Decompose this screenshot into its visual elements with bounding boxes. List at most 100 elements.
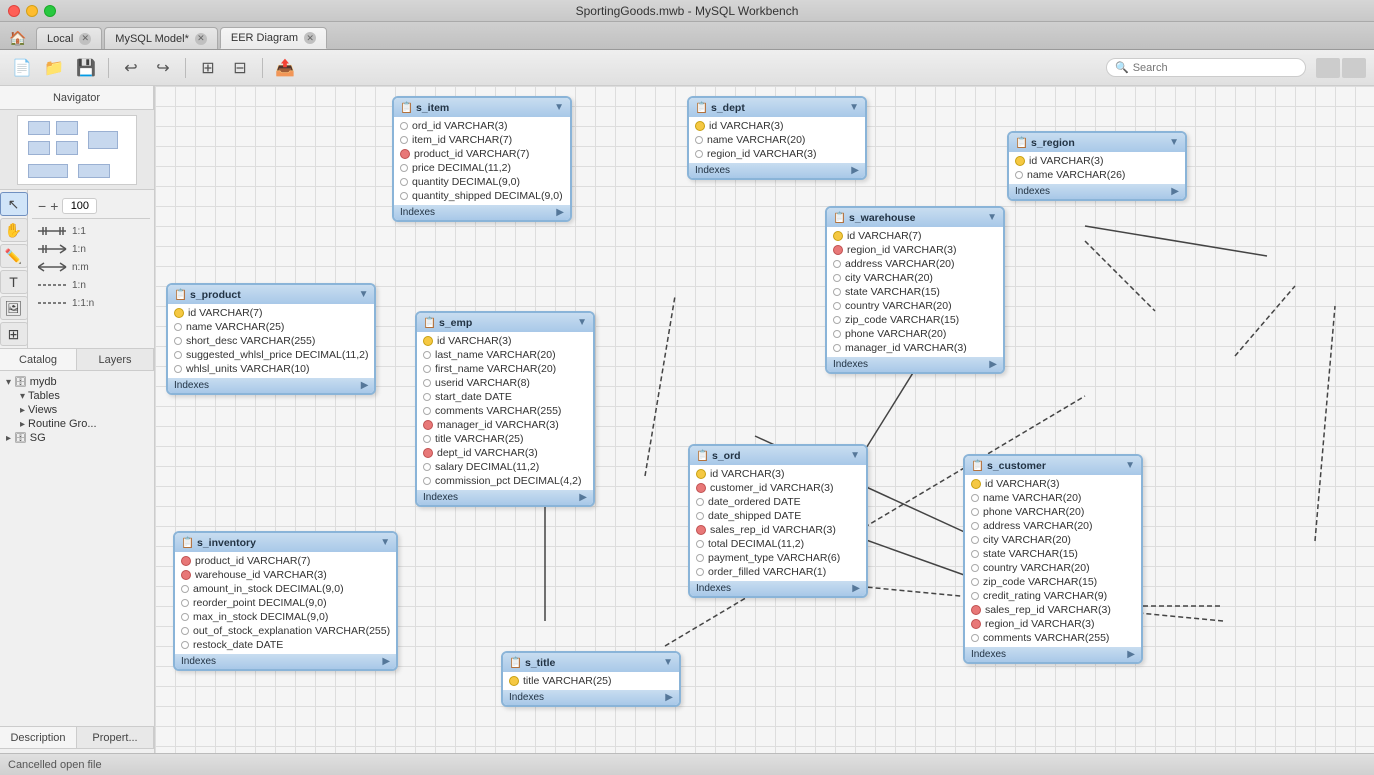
footer-arrow-s_dept[interactable]: ▶ xyxy=(851,165,859,176)
table-footer-s_region[interactable]: Indexes ▶ xyxy=(1009,184,1185,199)
zoom-input[interactable]: 100 xyxy=(62,198,97,214)
tree-item-sg[interactable]: ▸ 🗄 SG xyxy=(4,431,150,445)
image-tool[interactable]: 🖼 xyxy=(0,296,28,320)
table-footer-s_customer[interactable]: Indexes ▶ xyxy=(965,647,1141,662)
toolbar-separator-3 xyxy=(262,58,263,78)
redo-button[interactable]: ↪ xyxy=(149,56,177,80)
desc-tab-properties[interactable]: Propert... xyxy=(77,727,154,748)
table-footer-s_title[interactable]: Indexes ▶ xyxy=(503,690,679,705)
table-s_ord[interactable]: 📋 s_ord ▼ id VARCHAR(3) customer_id VARC… xyxy=(688,444,868,598)
rel-1-1[interactable]: 1:1 xyxy=(36,223,146,239)
field-row-s_customer-3: address VARCHAR(20) xyxy=(965,519,1141,533)
footer-arrow-s_item[interactable]: ▶ xyxy=(556,207,564,218)
tree-item-mydb[interactable]: ▾ 🗄 mydb xyxy=(4,375,150,389)
table-s_emp[interactable]: 📋 s_emp ▼ id VARCHAR(3) last_name VARCHA… xyxy=(415,311,595,507)
footer-arrow-s_customer[interactable]: ▶ xyxy=(1127,649,1135,660)
field-row-s_customer-6: country VARCHAR(20) xyxy=(965,561,1141,575)
rel-1-1-n[interactable]: 1:1:n xyxy=(36,295,146,311)
home-button[interactable]: 🏠 xyxy=(4,27,32,49)
table-footer-s_ord[interactable]: Indexes ▶ xyxy=(690,581,866,596)
tree-item-views[interactable]: ▸ Views xyxy=(18,403,150,417)
footer-arrow-s_inventory[interactable]: ▶ xyxy=(382,656,390,667)
table-s_item[interactable]: 📋 s_item ▼ ord_id VARCHAR(3) item_id VAR… xyxy=(392,96,572,222)
panel-tab-catalog[interactable]: Catalog xyxy=(0,349,77,370)
table-footer-s_inventory[interactable]: Indexes ▶ xyxy=(175,654,396,669)
footer-arrow-s_ord[interactable]: ▶ xyxy=(852,583,860,594)
table-expand-s_product[interactable]: ▼ xyxy=(359,289,369,300)
tree-item-tables[interactable]: ▾ Tables xyxy=(18,389,150,403)
footer-arrow-s_product[interactable]: ▶ xyxy=(361,380,369,391)
view-single-button[interactable] xyxy=(1342,58,1366,78)
tab-mysql-model-close[interactable]: ✕ xyxy=(195,33,207,45)
nav-tab-navigator[interactable]: Navigator xyxy=(0,86,154,109)
table-s_title[interactable]: 📋 s_title ▼ title VARCHAR(25) Indexes ▶ xyxy=(501,651,681,707)
table-expand-s_item[interactable]: ▼ xyxy=(554,102,564,113)
table-expand-s_ord[interactable]: ▼ xyxy=(850,450,860,461)
minimize-button[interactable] xyxy=(26,5,38,17)
tab-local-close[interactable]: ✕ xyxy=(79,33,91,45)
footer-arrow-s_warehouse[interactable]: ▶ xyxy=(989,359,997,370)
view-split-button[interactable] xyxy=(1316,58,1340,78)
mini-navigator xyxy=(0,110,154,190)
table-expand-s_warehouse[interactable]: ▼ xyxy=(987,212,997,223)
table-s_warehouse[interactable]: 📋 s_warehouse ▼ id VARCHAR(7) region_id … xyxy=(825,206,1005,374)
field-text-s_ord-3: date_shipped DATE xyxy=(708,510,801,522)
field-text-s_emp-7: title VARCHAR(25) xyxy=(435,433,524,445)
table-s_product[interactable]: 📋 s_product ▼ id VARCHAR(7) name VARCHAR… xyxy=(166,283,376,395)
table-footer-s_dept[interactable]: Indexes ▶ xyxy=(689,163,865,178)
open-button[interactable]: 📁 xyxy=(40,56,68,80)
table-footer-s_product[interactable]: Indexes ▶ xyxy=(168,378,374,393)
table-footer-s_item[interactable]: Indexes ▶ xyxy=(394,205,570,220)
table-expand-s_dept[interactable]: ▼ xyxy=(849,102,859,113)
maximize-button[interactable] xyxy=(44,5,56,17)
mini-canvas-view[interactable] xyxy=(17,115,137,185)
table-footer-s_emp[interactable]: Indexes ▶ xyxy=(417,490,593,505)
field-text-s_ord-4: sales_rep_id VARCHAR(3) xyxy=(710,524,836,536)
footer-label-s_ord: Indexes xyxy=(696,583,731,594)
table-s_region[interactable]: 📋 s_region ▼ id VARCHAR(3) name VARCHAR(… xyxy=(1007,131,1187,201)
text-tool[interactable]: T xyxy=(0,270,28,294)
tab-local[interactable]: Local ✕ xyxy=(36,27,102,49)
table-s_inventory[interactable]: 📋 s_inventory ▼ product_id VARCHAR(7) wa… xyxy=(173,531,398,671)
table-tool[interactable]: ⊞ xyxy=(0,322,28,346)
pan-tool[interactable]: ✋ xyxy=(0,218,28,242)
export-button[interactable]: 📤 xyxy=(271,56,299,80)
search-input[interactable] xyxy=(1133,62,1297,74)
table-s_dept[interactable]: 📋 s_dept ▼ id VARCHAR(3) name VARCHAR(20… xyxy=(687,96,867,180)
field-text-s_customer-6: country VARCHAR(20) xyxy=(983,562,1090,574)
field-text-s_customer-5: state VARCHAR(15) xyxy=(983,548,1078,560)
panel-tab-layers[interactable]: Layers xyxy=(77,349,154,370)
pencil-tool[interactable]: ✏️ xyxy=(0,244,28,268)
zoom-out-button[interactable]: − xyxy=(38,198,46,214)
tree-item-routines[interactable]: ▸ Routine Gro... xyxy=(18,417,150,431)
footer-arrow-s_region[interactable]: ▶ xyxy=(1171,186,1179,197)
titlebar: SportingGoods.mwb - MySQL Workbench xyxy=(0,0,1374,22)
zoom-in-button[interactable]: + xyxy=(50,198,58,214)
rel-n-m[interactable]: n:m xyxy=(36,259,146,275)
close-button[interactable] xyxy=(8,5,20,17)
tab-eer-diagram[interactable]: EER Diagram ✕ xyxy=(220,27,327,49)
save-button[interactable]: 💾 xyxy=(72,56,100,80)
tab-mysql-model[interactable]: MySQL Model* ✕ xyxy=(104,27,218,49)
eer-canvas[interactable]: 📋 s_item ▼ ord_id VARCHAR(3) item_id VAR… xyxy=(155,86,1374,775)
table-expand-s_customer[interactable]: ▼ xyxy=(1125,460,1135,471)
footer-arrow-s_emp[interactable]: ▶ xyxy=(579,492,587,503)
new-button[interactable]: 📄 xyxy=(8,56,36,80)
undo-button[interactable]: ↩ xyxy=(117,56,145,80)
table-view-button[interactable]: ⊟ xyxy=(226,56,254,80)
footer-arrow-s_title[interactable]: ▶ xyxy=(665,692,673,703)
table-s_customer[interactable]: 📋 s_customer ▼ id VARCHAR(3) name VARCHA… xyxy=(963,454,1143,664)
diagram-view-button[interactable]: ⊞ xyxy=(194,56,222,80)
field-row-s_emp-3: userid VARCHAR(8) xyxy=(417,376,593,390)
table-expand-s_emp[interactable]: ▼ xyxy=(577,317,587,328)
rel-1-n-2[interactable]: 1:n xyxy=(36,277,146,293)
table-footer-s_warehouse[interactable]: Indexes ▶ xyxy=(827,357,1003,372)
tab-eer-diagram-close[interactable]: ✕ xyxy=(304,32,316,44)
desc-tab-description[interactable]: Description xyxy=(0,727,77,748)
table-expand-s_region[interactable]: ▼ xyxy=(1169,137,1179,148)
table-expand-s_inventory[interactable]: ▼ xyxy=(380,537,390,548)
field-row-s_item-1: item_id VARCHAR(7) xyxy=(394,133,570,147)
rel-1-n[interactable]: 1:n xyxy=(36,241,146,257)
select-tool[interactable]: ↖ xyxy=(0,192,28,216)
table-expand-s_title[interactable]: ▼ xyxy=(663,657,673,668)
